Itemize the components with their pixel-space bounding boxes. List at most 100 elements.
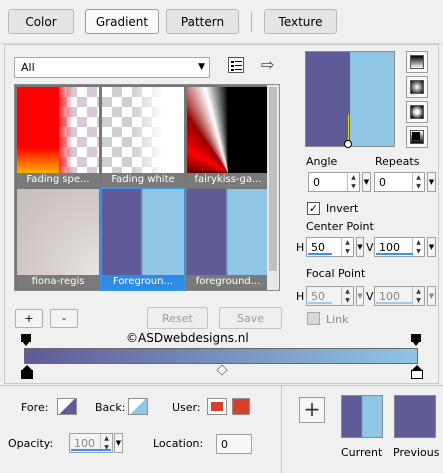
spinner-arrows[interactable]: ▲ ▼	[412, 287, 424, 305]
tab-texture[interactable]: Texture	[264, 9, 337, 34]
angle-spinner[interactable]: 0 ▲ ▼	[308, 172, 360, 192]
opacity-stop-right-icon[interactable]	[411, 334, 421, 346]
thumbnail-fiona-regis[interactable]: fiona-regis	[17, 189, 99, 289]
focal-v-value: 100	[379, 289, 400, 303]
watermark-text: ©ASDwebdesigns.nl	[126, 331, 249, 345]
spinner-arrows[interactable]: ▲ ▼	[341, 238, 353, 256]
thumbnail-label: fairykiss-ga...	[187, 173, 269, 187]
angle-dropdown-icon[interactable]: ▼	[362, 172, 371, 192]
opacity-spinner[interactable]: 100 ▲ ▼	[69, 433, 113, 453]
invert-label: Invert	[326, 202, 359, 215]
focal-h-value: 50	[311, 289, 325, 303]
color-stop-left-icon[interactable]	[21, 365, 33, 379]
list-view-icon[interactable]	[228, 57, 244, 73]
center-v-label: V	[366, 241, 374, 254]
thumbnail-image	[102, 189, 184, 275]
previous-gradient-swatch[interactable]	[394, 395, 436, 438]
fore-swatch[interactable]	[57, 398, 77, 415]
thumbnail-fading-spectrum[interactable]: Fading spe...	[17, 87, 99, 187]
thumbnail-label: Foregroun...	[102, 275, 184, 289]
invert-checkbox[interactable]: ✓	[307, 202, 320, 215]
save-button[interactable]: Save	[219, 307, 282, 329]
previous-label: Previous	[393, 446, 440, 459]
center-h-dropdown-icon[interactable]: ▼	[356, 237, 364, 257]
gradient-preview[interactable]	[305, 51, 395, 148]
category-dropdown[interactable]: All ▼	[14, 57, 210, 78]
thumbnail-label: foreground...	[187, 275, 269, 289]
spinner-arrows[interactable]: ▲ ▼	[412, 173, 424, 191]
tab-pattern[interactable]: Pattern	[166, 9, 239, 34]
thumbnail-image	[187, 87, 269, 173]
focal-v-spinner[interactable]: 100 ▲ ▼	[374, 286, 425, 306]
center-v-dropdown-icon[interactable]: ▼	[427, 237, 436, 257]
back-label: Back:	[95, 401, 126, 414]
angle-value: 0	[313, 175, 320, 189]
location-field[interactable]: 0	[216, 434, 252, 454]
value-bar	[308, 253, 332, 255]
arrow-right-icon[interactable]: ⇨	[261, 55, 274, 74]
user-color-swatch[interactable]	[232, 398, 250, 415]
repeats-label: Repeats	[375, 155, 420, 168]
focal-v-dropdown-icon[interactable]: ▼	[427, 286, 436, 306]
center-point-label: Center Point	[306, 220, 374, 233]
focal-h-label: H	[296, 290, 305, 303]
location-label: Location:	[153, 437, 204, 450]
location-value: 0	[221, 437, 228, 451]
focal-h-spinner[interactable]: 50 ▲ ▼	[306, 286, 354, 306]
repeats-spinner[interactable]: 0 ▲ ▼	[374, 172, 425, 192]
chevron-down-icon: ▼	[198, 62, 205, 72]
center-v-spinner[interactable]: 100 ▲ ▼	[374, 237, 425, 257]
value-bar	[376, 253, 413, 255]
thumbnail-label: fiona-regis	[17, 275, 99, 289]
gradient-thumbnail-grid: Fading spe... Fading white fairykiss-ga.…	[14, 84, 280, 291]
radial-style-icon[interactable]	[406, 101, 428, 123]
tab-color[interactable]: Color	[8, 9, 74, 34]
current-gradient-swatch[interactable]	[341, 395, 383, 438]
angle-label: Angle	[306, 155, 338, 168]
repeats-value: 0	[379, 175, 386, 189]
add-color-stop-button[interactable]: +	[299, 397, 325, 423]
sunburst-style-icon[interactable]	[406, 126, 428, 148]
thumbnail-foreground[interactable]: foreground...	[187, 189, 269, 289]
spinner-arrows[interactable]: ▲ ▼	[412, 238, 424, 256]
spinner-arrows[interactable]: ▲ ▼	[341, 287, 353, 305]
current-label: Current	[341, 446, 383, 459]
linear-style-icon[interactable]	[406, 51, 428, 73]
remove-gradient-button[interactable]: -	[50, 309, 78, 328]
center-v-value: 100	[379, 240, 400, 254]
tab-gradient[interactable]: Gradient	[85, 9, 159, 34]
focal-v-label: V	[366, 290, 374, 303]
thumbnail-foreground-selected[interactable]: Foregroun...	[100, 187, 186, 291]
bottom-divider	[281, 386, 282, 473]
gradient-editor-bar[interactable]	[24, 348, 418, 364]
scrollbar-thumb[interactable]	[269, 87, 277, 271]
thumbnail-image	[187, 189, 269, 275]
thumbnail-label: Fading spe...	[17, 173, 99, 187]
center-h-value: 50	[311, 240, 325, 254]
center-h-spinner[interactable]: 50 ▲ ▼	[306, 237, 354, 257]
rectangular-style-icon[interactable]	[406, 76, 428, 98]
fore-label: Fore:	[21, 401, 49, 414]
repeats-dropdown-icon[interactable]: ▼	[427, 172, 436, 192]
spinner-arrows[interactable]: ▲ ▼	[347, 173, 359, 191]
color-stop-right-icon[interactable]	[411, 365, 423, 379]
thumbnail-image	[17, 87, 99, 173]
thumbnail-scrollbar[interactable]	[267, 85, 279, 290]
add-gradient-button[interactable]: +	[15, 309, 43, 328]
opacity-label: Opacity:	[8, 437, 54, 450]
opacity-stop-left-icon[interactable]	[21, 334, 31, 346]
reset-button[interactable]: Reset	[147, 307, 208, 329]
link-checkbox[interactable]	[307, 312, 320, 325]
thumbnail-image	[17, 189, 99, 275]
thumbnail-fairykiss[interactable]: fairykiss-ga...	[187, 87, 269, 187]
center-point-handle[interactable]	[344, 140, 352, 148]
back-swatch[interactable]	[128, 398, 148, 415]
link-label: Link	[326, 313, 349, 326]
thumbnail-fading-white[interactable]: Fading white	[102, 87, 184, 187]
value-bar	[376, 302, 413, 304]
center-h-label: H	[296, 241, 305, 254]
opacity-dropdown-icon[interactable]: ▼	[114, 433, 123, 453]
value-bar	[71, 449, 111, 451]
user-swatch-radio[interactable]	[207, 398, 227, 415]
focal-h-dropdown-icon[interactable]: ▼	[356, 286, 364, 306]
